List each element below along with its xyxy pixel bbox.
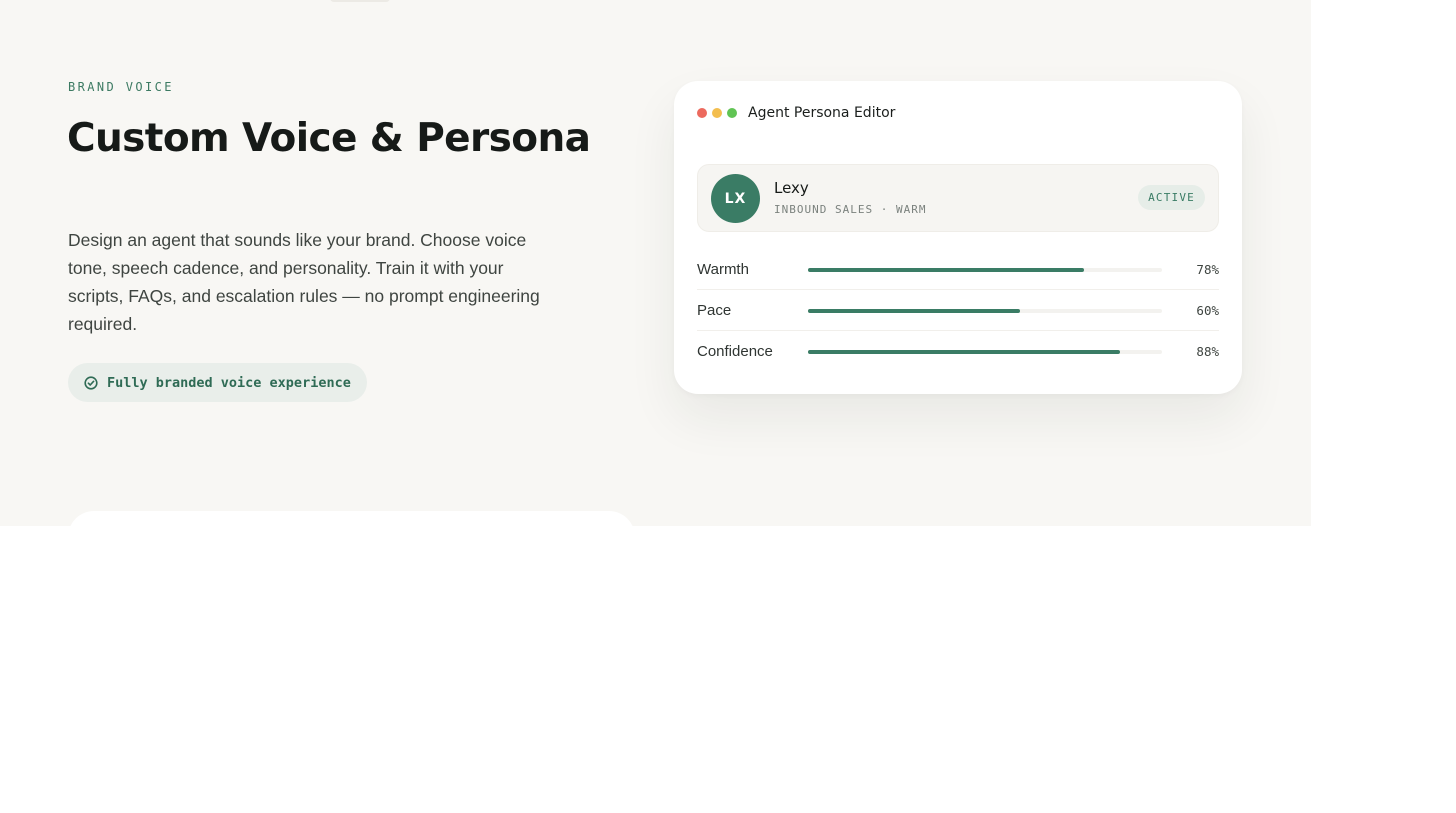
feature-highlight-text: Fully branded voice experience — [107, 374, 351, 391]
section-description: Design an agent that sounds like your br… — [68, 230, 540, 334]
check-circle-icon — [84, 375, 98, 390]
persona-editor-card: Agent Persona Editor LX Lexy INBOUND SAL… — [674, 81, 1242, 394]
next-card-edge — [68, 511, 635, 526]
slider-row-warmth: Warmth 78% — [697, 249, 1219, 289]
status-badge: ACTIVE — [1138, 185, 1205, 210]
section-headline: Custom Voice & Persona — [67, 116, 591, 161]
previous-section-edge — [330, 0, 390, 2]
slider-fill — [808, 309, 1021, 313]
window-close-dot[interactable] — [697, 108, 707, 118]
slider-label: Confidence — [697, 343, 773, 360]
window-minimize-dot[interactable] — [712, 108, 722, 118]
persona-meta: INBOUND SALES · WARM — [774, 203, 927, 216]
slider-track[interactable] — [808, 350, 1162, 354]
slider-label: Pace — [697, 302, 732, 319]
slider-label: Warmth — [697, 261, 749, 278]
persona-avatar: LX — [711, 174, 760, 223]
feature-highlight-pill: Fully branded voice experience — [68, 363, 367, 402]
slider-row-confidence: Confidence 88% — [697, 330, 1219, 371]
section-eyebrow: BRAND VOICE — [68, 80, 174, 94]
persona-profile[interactable]: LX Lexy INBOUND SALES · WARM ACTIVE — [697, 164, 1219, 232]
slider-track[interactable] — [808, 309, 1162, 313]
persona-sliders: Warmth 78% Pace 60% Confidence 88% — [697, 249, 1219, 371]
window-title-bar: Agent Persona Editor — [697, 105, 895, 121]
slider-fill — [808, 268, 1085, 272]
slider-value: 60% — [1196, 303, 1219, 318]
window-title: Agent Persona Editor — [748, 105, 896, 121]
slider-value: 88% — [1196, 344, 1219, 359]
persona-name: Lexy — [774, 179, 809, 197]
window-maximize-dot[interactable] — [727, 108, 737, 118]
brand-voice-section: BRAND VOICE Custom Voice & Persona Desig… — [0, 0, 1311, 526]
slider-row-pace: Pace 60% — [697, 289, 1219, 330]
slider-track[interactable] — [808, 268, 1162, 272]
slider-value: 78% — [1196, 262, 1219, 277]
slider-fill — [808, 350, 1120, 354]
